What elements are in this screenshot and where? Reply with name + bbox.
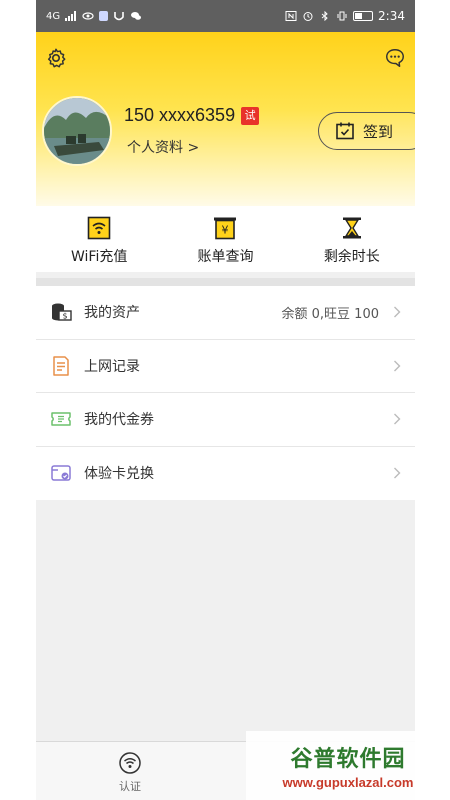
signin-button[interactable]: 签到 — [318, 112, 415, 150]
remaining-time-label: 剩余时长 — [323, 249, 380, 265]
bill-query-button[interactable]: ¥ 账单查询 — [162, 206, 288, 272]
calendar-check-icon — [336, 122, 354, 140]
network-type: 4G — [46, 10, 61, 22]
eye-icon — [82, 12, 94, 20]
settings-gear-icon[interactable] — [45, 47, 67, 69]
voucher-ticket-icon — [51, 412, 71, 426]
bill-query-label: 账单查询 — [197, 249, 254, 265]
menu-item-assets[interactable]: $ 我的资产 余额 0,旺豆 100 — [36, 286, 415, 340]
u-app-icon — [114, 12, 124, 21]
nfc-icon — [285, 11, 297, 21]
clock-time: 2:34 — [378, 9, 405, 23]
balance-value: 余额 0,旺豆 100 — [281, 306, 379, 322]
status-bar: 4G 2:34 — [36, 0, 415, 32]
phone-screen: 4G 2:34 150 xxxx6359 试 个人资料 > 签到 WiFi充值 … — [36, 0, 415, 800]
vibrate-icon — [337, 11, 347, 21]
signin-label: 签到 — [363, 122, 394, 141]
quick-actions: WiFi充值 ¥ 账单查询 剩余时长 — [36, 206, 415, 272]
bill-icon: ¥ — [214, 217, 237, 240]
message-bubble-icon[interactable] — [384, 47, 406, 69]
menu-item-records[interactable]: 上网记录 — [36, 340, 415, 393]
remaining-time-button[interactable]: 剩余时长 — [289, 206, 415, 272]
wifi-recharge-icon — [87, 216, 111, 240]
profile-header: 150 xxxx6359 试 个人资料 > 签到 — [36, 32, 415, 206]
menu-item-label: 体验卡兑换 — [84, 466, 154, 483]
trial-badge: 试 — [241, 106, 260, 125]
chevron-right-icon — [394, 467, 401, 479]
menu-list: $ 我的资产 余额 0,旺豆 100 上网记录 我的代金券 体验卡兑换 — [36, 286, 415, 500]
svg-text:¥: ¥ — [222, 224, 229, 237]
avatar-photo — [44, 98, 110, 164]
screen-margin-right — [415, 0, 450, 800]
menu-item-label: 我的代金券 — [84, 412, 154, 429]
chevron-right-icon — [394, 360, 401, 372]
bluetooth-icon — [321, 11, 328, 21]
battery-icon — [353, 11, 374, 21]
menu-item-trial-card[interactable]: 体验卡兑换 — [36, 447, 415, 501]
section-divider — [36, 278, 415, 286]
watermark-title: 谷普软件园 — [290, 747, 406, 772]
coins-icon: $ — [52, 303, 72, 321]
screen-margin-left — [0, 0, 36, 800]
alarm-icon — [303, 12, 313, 21]
site-watermark: 谷普软件园 www.gupuxlazal.com — [246, 731, 450, 800]
menu-item-label: 我的资产 — [84, 305, 140, 322]
wechat-icon — [131, 12, 142, 20]
wifi-recharge-label: WiFi充值 — [70, 249, 128, 265]
profile-details-link[interactable]: 个人资料 > — [127, 137, 199, 157]
signal-icon — [65, 11, 77, 21]
wifi-auth-icon — [119, 752, 141, 774]
user-nickname: 150 xxxx6359 — [124, 105, 236, 125]
nav-tab-auth-label: 认证 — [119, 780, 141, 793]
menu-item-vouchers[interactable]: 我的代金券 — [36, 393, 415, 447]
watermark-url: www.gupuxlazal.com — [282, 775, 414, 790]
card-exchange-icon — [51, 465, 71, 481]
shield-app-icon — [99, 11, 109, 21]
svg-text:$: $ — [62, 312, 67, 321]
nav-tab-auth[interactable]: 认证 — [108, 752, 152, 794]
chevron-right-icon — [394, 413, 401, 425]
hourglass-icon — [342, 217, 361, 239]
chevron-right-icon — [394, 306, 401, 318]
menu-item-label: 上网记录 — [84, 358, 140, 375]
document-list-icon — [53, 356, 69, 376]
user-avatar[interactable] — [42, 96, 112, 166]
wifi-recharge-button[interactable]: WiFi充值 — [36, 206, 162, 272]
